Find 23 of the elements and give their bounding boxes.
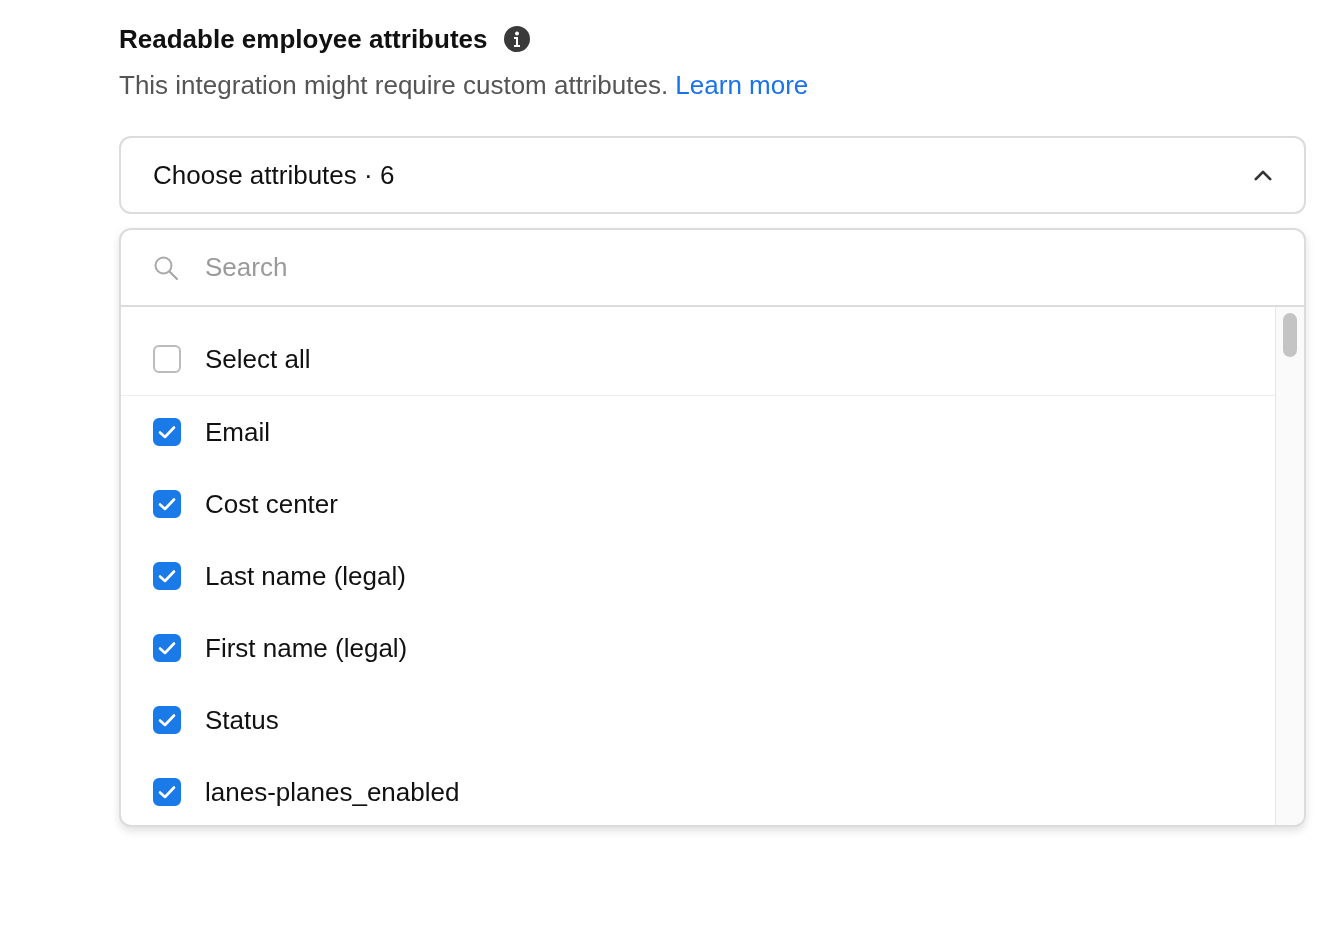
search-icon <box>153 254 179 281</box>
scrollbar[interactable] <box>1275 307 1304 825</box>
attribute-option[interactable]: Email <box>121 396 1275 468</box>
attribute-option[interactable]: lanes-planes_enabled <box>121 756 1275 825</box>
checkbox[interactable] <box>153 634 181 662</box>
attribute-option[interactable]: First name (legal) <box>121 612 1275 684</box>
attributes-dropdown[interactable]: Choose attributes · 6 <box>119 136 1306 214</box>
section-title: Readable employee attributes <box>119 23 488 55</box>
learn-more-link[interactable]: Learn more <box>675 70 809 100</box>
description-text: This integration might require custom attributes. Learn more <box>119 69 810 102</box>
chevron-icon <box>1254 169 1272 181</box>
checkbox[interactable] <box>153 418 181 446</box>
attribute-option[interactable]: Last name (legal) <box>121 540 1275 612</box>
checkbox[interactable] <box>153 490 181 518</box>
checkbox[interactable] <box>153 706 181 734</box>
search-field[interactable]: Search <box>205 252 1272 283</box>
attribute-option[interactable]: Cost center <box>121 468 1275 540</box>
checkbox[interactable] <box>153 345 181 373</box>
select-all-option[interactable]: Select all <box>121 323 1275 396</box>
checkbox[interactable] <box>153 562 181 590</box>
info-icon[interactable] <box>503 25 532 53</box>
attribute-option[interactable]: Status <box>121 684 1275 756</box>
checkbox[interactable] <box>153 778 181 806</box>
